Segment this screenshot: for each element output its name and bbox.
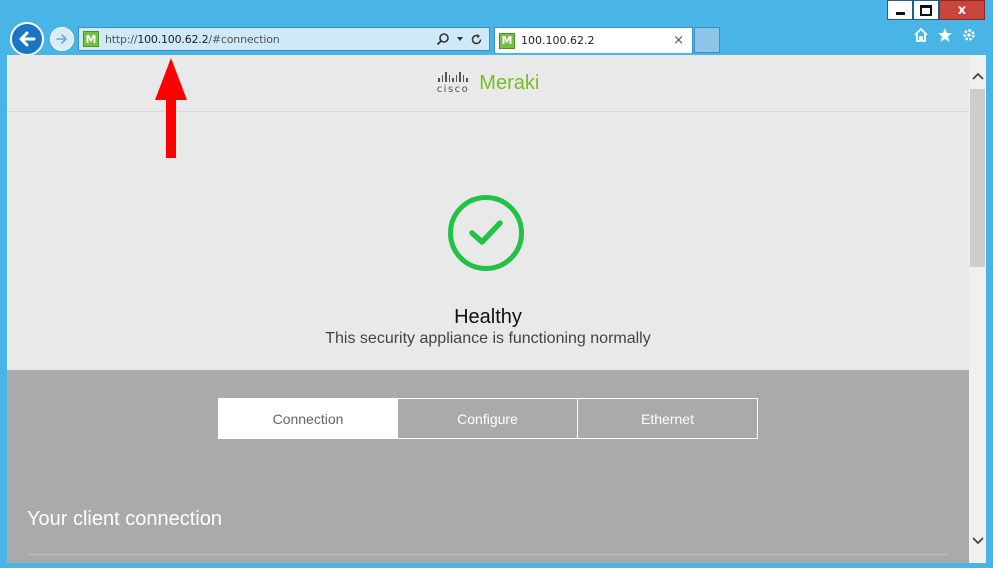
forward-button[interactable] xyxy=(50,27,74,51)
home-icon[interactable] xyxy=(913,27,929,43)
arrow-left-icon xyxy=(19,31,36,47)
close-icon: x xyxy=(957,2,967,18)
scroll-thumb[interactable] xyxy=(970,89,985,267)
browser-tab[interactable]: M 100.100.62.2 × xyxy=(494,27,693,53)
page-viewport: cisco Meraki Healthy This security appli… xyxy=(7,55,969,563)
address-bar[interactable]: M http://100.100.62.2/#connection xyxy=(78,27,490,51)
divider xyxy=(27,554,949,555)
vertical-scrollbar[interactable] xyxy=(969,55,986,563)
tab-connection[interactable]: Connection xyxy=(218,398,398,439)
scroll-up-icon[interactable] xyxy=(969,67,986,84)
dropdown-arrow-icon[interactable] xyxy=(456,35,464,43)
tab-configure[interactable]: Configure xyxy=(398,398,578,439)
section-heading: Your client connection xyxy=(27,508,222,530)
minimize-icon xyxy=(895,11,905,15)
red-arrow-annotation-icon xyxy=(155,58,187,158)
status-title: Healthy xyxy=(454,306,522,328)
close-window-button[interactable]: x xyxy=(939,0,985,20)
favorites-star-icon[interactable] xyxy=(937,27,953,43)
maximize-button[interactable] xyxy=(913,0,939,20)
cisco-logo: cisco xyxy=(437,71,470,95)
scroll-down-icon[interactable] xyxy=(969,532,986,549)
meraki-logo-text: Meraki xyxy=(479,71,540,94)
search-icon[interactable] xyxy=(436,32,450,46)
back-button[interactable] xyxy=(10,22,44,56)
maximize-icon xyxy=(920,4,932,16)
minimize-button[interactable] xyxy=(887,0,913,20)
page-tabs: Connection Configure Ethernet xyxy=(218,398,758,439)
new-tab-button[interactable] xyxy=(694,27,720,53)
status-panel: Healthy This security appliance is funct… xyxy=(7,112,969,370)
page-header: cisco Meraki xyxy=(7,55,969,112)
connection-section: Connection Configure Ethernet Your clien… xyxy=(7,370,969,563)
meraki-favicon-icon: M xyxy=(499,32,515,49)
tab-ethernet[interactable]: Ethernet xyxy=(578,398,758,439)
healthy-check-icon xyxy=(448,195,524,271)
arrow-right-icon xyxy=(56,34,67,44)
gear-icon[interactable] xyxy=(961,27,977,43)
status-subtitle: This security appliance is functioning n… xyxy=(325,330,651,347)
tab-close-icon[interactable]: × xyxy=(673,33,684,48)
refresh-icon[interactable] xyxy=(470,33,483,46)
meraki-favicon-icon: M xyxy=(83,31,99,47)
url-text[interactable]: http://100.100.62.2/#connection xyxy=(105,33,436,46)
tab-title: 100.100.62.2 xyxy=(521,34,595,47)
